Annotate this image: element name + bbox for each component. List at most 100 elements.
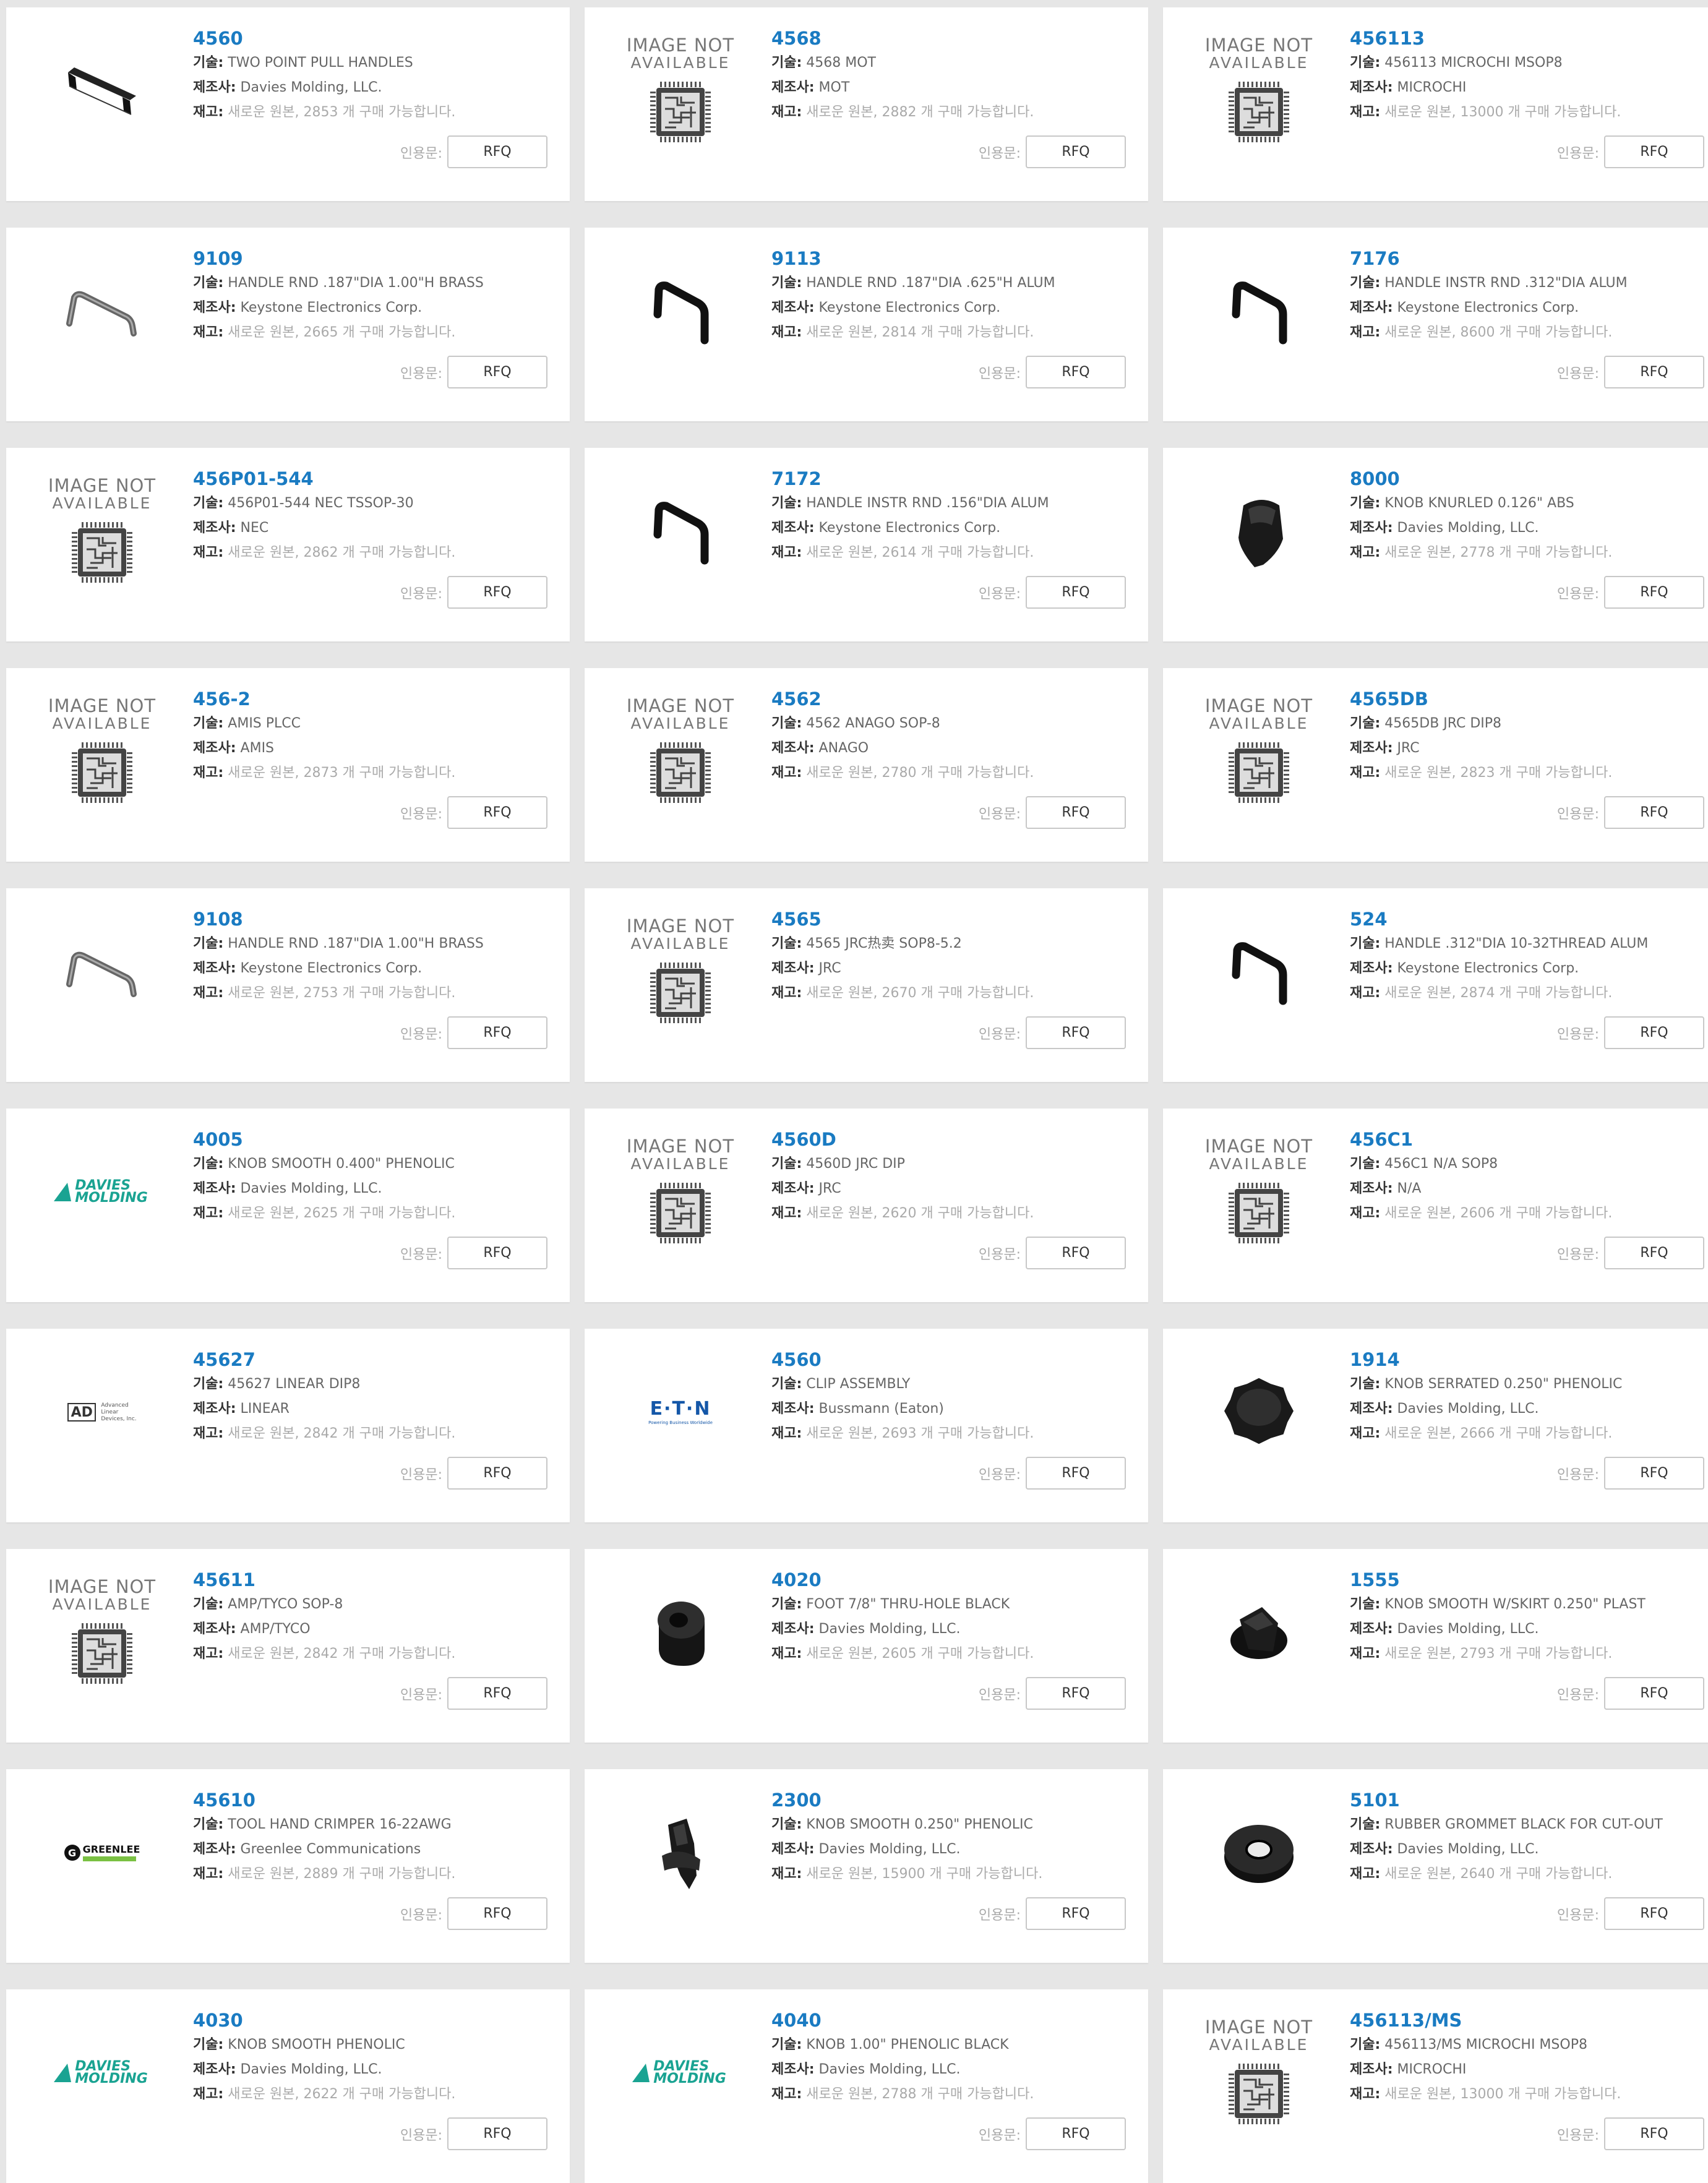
product-thumbnail[interactable]: DAVIES MOLDING	[34, 2020, 170, 2125]
part-number-link[interactable]: 4020	[771, 1568, 1136, 1592]
part-number-link[interactable]: 45611	[193, 1568, 557, 1592]
quote-area: 인용문: RFQ	[979, 796, 1126, 829]
product-thumbnail[interactable]: DAVIES MOLDING	[612, 2020, 749, 2125]
part-number-link[interactable]: 9109	[193, 246, 557, 271]
rfq-button[interactable]: RFQ	[1026, 1237, 1126, 1269]
rfq-button[interactable]: RFQ	[447, 1016, 547, 1049]
product-thumbnail[interactable]: IMAGE NOT AVAILABLE	[612, 1137, 749, 1245]
description-value: TWO POINT PULL HANDLES	[228, 55, 413, 71]
product-thumbnail[interactable]	[1191, 1800, 1327, 1905]
part-number-link[interactable]: 1914	[1350, 1347, 1708, 1372]
part-number-link[interactable]: 2300	[771, 1788, 1136, 1812]
handle-image	[66, 291, 137, 337]
part-number-link[interactable]: 4565	[771, 907, 1136, 932]
part-number-link[interactable]: 1555	[1350, 1568, 1708, 1592]
part-number-link[interactable]: 4005	[193, 1127, 557, 1152]
product-thumbnail[interactable]: IMAGE NOT AVAILABLE	[1191, 2018, 1327, 2125]
stock-value: 새로운 원본, 8600 개 구매 가능합니다.	[1384, 325, 1613, 340]
rfq-button[interactable]: RFQ	[1604, 1897, 1704, 1930]
product-thumbnail[interactable]	[1191, 259, 1327, 364]
product-thumbnail[interactable]: DAVIES MOLDING	[34, 1139, 170, 1245]
product-thumbnail[interactable]: IMAGE NOT AVAILABLE	[34, 697, 170, 804]
product-info: 456113 기술: 456113 MICROCHI MSOP8 제조사: MI…	[1350, 26, 1708, 125]
rfq-button[interactable]: RFQ	[1604, 1677, 1704, 1710]
rfq-button[interactable]: RFQ	[1026, 1016, 1126, 1049]
product-thumbnail[interactable]	[1191, 919, 1327, 1024]
part-number-link[interactable]: 7172	[771, 466, 1136, 491]
product-thumbnail[interactable]: IMAGE NOT AVAILABLE	[612, 36, 749, 144]
product-thumbnail[interactable]	[612, 1580, 749, 1685]
rfq-button[interactable]: RFQ	[1604, 135, 1704, 168]
rfq-button[interactable]: RFQ	[1604, 1457, 1704, 1490]
product-thumbnail[interactable]: E·T·N Powering Business Worldwide	[612, 1360, 749, 1465]
rfq-button[interactable]: RFQ	[1026, 796, 1126, 829]
rfq-button[interactable]: RFQ	[1026, 1457, 1126, 1490]
part-number-link[interactable]: 5101	[1350, 1788, 1708, 1812]
rfq-button[interactable]: RFQ	[447, 356, 547, 388]
product-thumbnail[interactable]: IMAGE NOT AVAILABLE	[612, 917, 749, 1024]
product-thumbnail[interactable]	[34, 38, 170, 144]
rfq-button[interactable]: RFQ	[447, 796, 547, 829]
part-number-link[interactable]: 9108	[193, 907, 557, 932]
rfq-button[interactable]: RFQ	[447, 135, 547, 168]
rfq-button[interactable]: RFQ	[1026, 2117, 1126, 2150]
part-number-link[interactable]: 4562	[771, 687, 1136, 711]
product-thumbnail[interactable]: IMAGE NOT AVAILABLE	[1191, 1137, 1327, 1245]
rfq-button[interactable]: RFQ	[447, 1897, 547, 1930]
part-number-link[interactable]: 456C1	[1350, 1127, 1708, 1152]
rfq-button[interactable]: RFQ	[1026, 1897, 1126, 1930]
part-number-link[interactable]: 456113/MS	[1350, 2008, 1708, 2033]
rfq-button[interactable]: RFQ	[1026, 1677, 1126, 1710]
part-number-link[interactable]: 524	[1350, 907, 1708, 932]
product-thumbnail[interactable]: IMAGE NOT AVAILABLE	[1191, 695, 1327, 804]
rfq-button[interactable]: RFQ	[1026, 576, 1126, 609]
part-number-link[interactable]: 7176	[1350, 246, 1708, 271]
product-thumbnail[interactable]: IMAGE NOT AVAILABLE	[1191, 36, 1327, 144]
product-thumbnail[interactable]: G GREENLEE	[34, 1800, 170, 1905]
description-value: HANDLE RND .187"DIA .625"H ALUM	[806, 275, 1055, 291]
quote-area: 인용문: RFQ	[1557, 1677, 1704, 1710]
part-number-link[interactable]: 4040	[771, 2008, 1136, 2033]
part-number-link[interactable]: 4565DB	[1350, 687, 1708, 711]
part-number-link[interactable]: 456-2	[193, 687, 557, 711]
product-thumbnail[interactable]	[1191, 479, 1327, 584]
part-number-link[interactable]: 8000	[1350, 466, 1708, 491]
rfq-button[interactable]: RFQ	[1604, 796, 1704, 829]
part-number-link[interactable]: 4030	[193, 2008, 557, 2033]
part-number-link[interactable]: 45610	[193, 1788, 557, 1812]
part-number-link[interactable]: 4560	[771, 1347, 1136, 1372]
part-number-link[interactable]: 4560D	[771, 1127, 1136, 1152]
rfq-button[interactable]: RFQ	[447, 1457, 547, 1490]
product-thumbnail[interactable]	[612, 1800, 749, 1905]
product-thumbnail[interactable]	[34, 919, 170, 1024]
product-thumbnail[interactable]	[612, 259, 749, 364]
rfq-button[interactable]: RFQ	[1026, 135, 1126, 168]
rfq-button[interactable]: RFQ	[447, 576, 547, 609]
part-number-link[interactable]: 45627	[193, 1347, 557, 1372]
product-thumbnail[interactable]: AD Advanced Linear Devices, Inc.	[34, 1360, 170, 1465]
rfq-button[interactable]: RFQ	[1026, 356, 1126, 388]
product-thumbnail[interactable]: IMAGE NOT AVAILABLE	[612, 697, 749, 804]
rfq-button[interactable]: RFQ	[1604, 1016, 1704, 1049]
rfq-button[interactable]: RFQ	[1604, 1237, 1704, 1269]
part-number-link[interactable]: 456113	[1350, 26, 1708, 51]
rfq-button[interactable]: RFQ	[447, 2117, 547, 2150]
product-thumbnail[interactable]: IMAGE NOT AVAILABLE	[34, 476, 170, 584]
product-thumbnail[interactable]	[34, 259, 170, 364]
stock-value: 새로운 원본, 2842 개 구매 가능합니다.	[228, 1426, 456, 1441]
part-number-link[interactable]: 456P01-544	[193, 466, 557, 491]
part-number-link[interactable]: 4560	[193, 26, 557, 51]
knob-image	[662, 1819, 700, 1889]
product-thumbnail[interactable]: IMAGE NOT AVAILABLE	[34, 1577, 170, 1685]
rfq-button[interactable]: RFQ	[1604, 356, 1704, 388]
rfq-button[interactable]: RFQ	[1604, 2117, 1704, 2150]
rfq-button[interactable]: RFQ	[447, 1677, 547, 1710]
product-thumbnail[interactable]	[1191, 1580, 1327, 1685]
product-thumbnail[interactable]	[612, 479, 749, 584]
rfq-button[interactable]: RFQ	[447, 1237, 547, 1269]
part-number-link[interactable]: 9113	[771, 246, 1136, 271]
part-number-link[interactable]: 4568	[771, 26, 1136, 51]
product-thumbnail[interactable]	[1191, 1360, 1327, 1465]
rfq-button[interactable]: RFQ	[1604, 576, 1704, 609]
image-not-available-line1: IMAGE NOT	[1204, 695, 1313, 716]
